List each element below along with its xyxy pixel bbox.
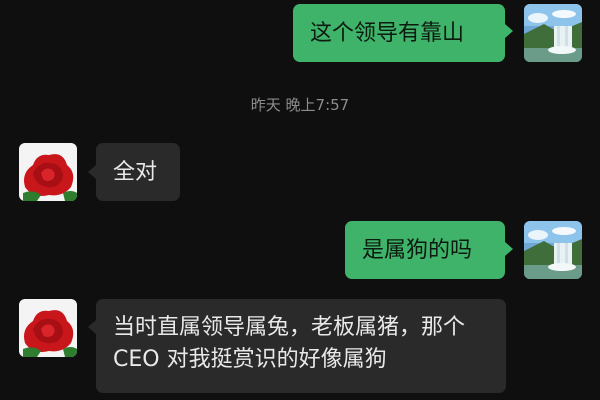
waterfall-avatar[interactable] (524, 221, 582, 279)
red-rose-avatar[interactable] (19, 299, 77, 357)
waterfall-avatar-image (524, 4, 582, 62)
message-text: 这个领导有靠山 (310, 21, 465, 46)
message-bubble[interactable]: 全对 (96, 143, 180, 201)
message-bubble[interactable]: 当时直属领导属兔，老板属猪，那个 CEO 对我挺赏识的好像属狗 (96, 299, 506, 393)
red-rose-avatar[interactable] (19, 143, 77, 201)
chat-conversation: 这个领导有靠山 昨天 晚上7:57 全对 是属狗的吗 当时直属领导属兔，老板属猪… (0, 0, 600, 400)
message-bubble[interactable]: 这个领导有靠山 (293, 4, 505, 62)
message-text: 当时直属领导属兔，老板属猪，那个 CEO 对我挺赏识的好像属狗 (113, 315, 466, 372)
waterfall-avatar-image (524, 221, 582, 279)
message-bubble[interactable]: 是属狗的吗 (345, 221, 505, 279)
bubble-tail (88, 165, 96, 179)
red-rose-avatar-image (19, 143, 77, 201)
message-timestamp: 昨天 晚上7:57 (250, 96, 350, 114)
bubble-tail (88, 320, 96, 334)
red-rose-avatar-image (19, 299, 77, 357)
waterfall-avatar[interactable] (524, 4, 582, 62)
bubble-tail (505, 242, 513, 256)
message-text: 是属狗的吗 (362, 238, 473, 263)
message-text: 全对 (113, 160, 158, 185)
bubble-tail (505, 24, 513, 38)
